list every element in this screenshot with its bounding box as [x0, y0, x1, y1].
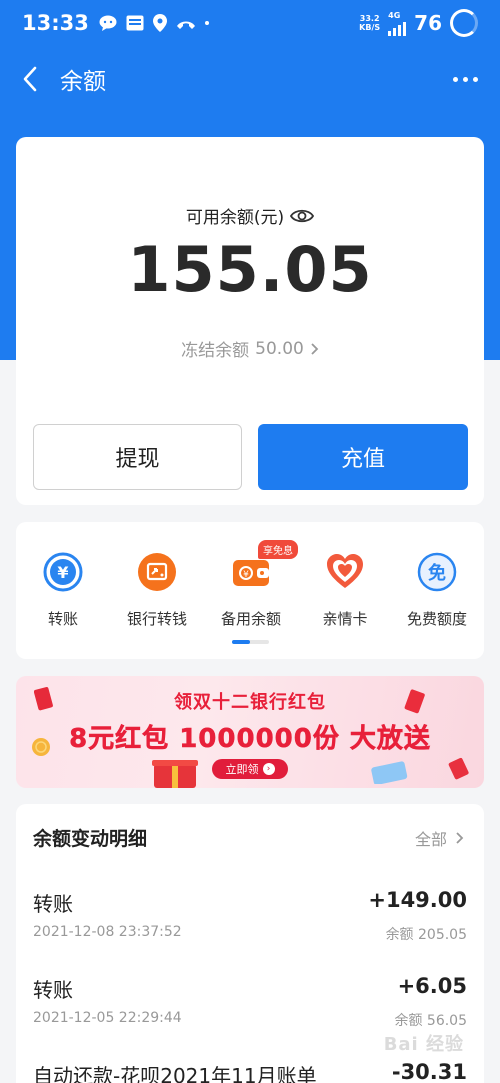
location-pin-icon: [152, 14, 167, 32]
transaction-row[interactable]: 自动还款-花呗2021年11月账单 -30.31: [33, 1060, 467, 1083]
services-card: ¥ 转账 银行转钱 ¥ 享免息 备用余额 亲情卡 免 免费额度: [16, 522, 484, 659]
promo-main-text: 8元红包 1000000份 大放送: [69, 724, 431, 755]
top-up-button[interactable]: 充值: [258, 424, 468, 490]
transaction-amount: -30.31: [391, 1060, 467, 1083]
service-family-card[interactable]: 亲情卡: [298, 550, 392, 629]
chevron-right-icon: [311, 342, 319, 355]
bank-card-icon: [371, 761, 408, 784]
promo-banner[interactable]: 领双十二银行红包 8元红包 1000000份 大放送 立即领 ›: [16, 676, 484, 788]
more-options-icon[interactable]: [450, 64, 480, 94]
interest-free-badge: 享免息: [258, 540, 298, 559]
notification-icons: [99, 14, 209, 32]
service-free-quota[interactable]: 免 免费额度: [390, 550, 484, 629]
family-card-icon: [323, 550, 367, 594]
status-time: 13:33: [22, 11, 89, 35]
transaction-time: 2021-12-08 23:37:52: [33, 924, 182, 940]
service-label: 免费额度: [406, 610, 467, 628]
service-label: 备用余额: [220, 610, 281, 628]
network-type: 4G: [388, 10, 401, 20]
service-backup-balance[interactable]: ¥ 享免息 备用余额: [204, 540, 298, 629]
service-label: 银行转钱: [126, 610, 187, 628]
news-app-icon: [126, 15, 144, 31]
eye-icon[interactable]: [290, 208, 315, 224]
nav-bar: 余额: [0, 50, 500, 108]
withdraw-button[interactable]: 提现: [33, 424, 242, 490]
transaction-amount: +6.05: [397, 974, 467, 998]
network-indicator: 4G: [388, 10, 407, 36]
frozen-balance-link[interactable]: 冻结余额 50.00: [16, 336, 484, 361]
arrow-right-icon: ›: [262, 763, 275, 775]
chat-bubble-icon: [99, 15, 117, 31]
free-quota-icon: 免: [415, 550, 459, 594]
service-bank-transfer[interactable]: 银行转钱: [110, 550, 204, 629]
transaction-row[interactable]: 转账 +6.05 2021-12-05 22:29:44 余额 56.05: [33, 974, 467, 1034]
service-label: 亲情卡: [322, 610, 368, 628]
svg-text:¥: ¥: [243, 570, 249, 580]
more-notifications-dot-icon: [204, 21, 209, 25]
frozen-balance-label: 冻结余额: [181, 341, 250, 361]
view-all-label: 全部: [414, 830, 447, 849]
transactions-title: 余额变动明细: [33, 828, 148, 850]
chevron-right-icon: [456, 832, 464, 844]
promo-claim-label: 立即领: [225, 763, 259, 776]
bank-transfer-icon: [135, 550, 179, 594]
available-balance-amount: 155.05: [127, 233, 373, 306]
transaction-title: 自动还款-花呗2021年11月账单: [33, 1064, 317, 1083]
promo-headline: 领双十二银行红包: [174, 692, 326, 713]
status-right: 33.2 KB/S 4G 76: [359, 9, 478, 37]
available-balance-label: 可用余额(元): [185, 208, 285, 228]
balance-label-row: 可用余额(元): [16, 203, 484, 228]
balance-card: 可用余额(元) 155.05 冻结余额 50.00 提现 充值: [16, 137, 484, 505]
transaction-balance: 余额 205.05: [385, 927, 467, 943]
red-envelope-icon: [448, 757, 469, 780]
transaction-title: 转账: [33, 892, 73, 916]
svg-text:免: 免: [428, 562, 446, 584]
battery-ring-icon: [450, 9, 478, 37]
transaction-time: 2021-12-05 22:29:44: [33, 1010, 182, 1026]
net-speed: 33.2 KB/S: [359, 14, 380, 32]
page: 13:33 33.2 KB/S 4G 76 余额 可用余额(元) 155.05 …: [0, 0, 500, 1083]
service-label: 转账: [47, 610, 78, 628]
service-transfer[interactable]: ¥ 转账: [16, 550, 110, 629]
transaction-amount: +149.00: [368, 888, 467, 912]
missed-call-icon: [176, 21, 195, 29]
page-title: 余额: [60, 69, 106, 95]
back-icon[interactable]: [0, 50, 60, 108]
page-indicator: [232, 640, 269, 644]
transaction-balance: 余额 56.05: [394, 1013, 467, 1029]
watermark: Bai 经验: [383, 1034, 464, 1055]
page-indicator-active: [232, 640, 250, 644]
transaction-title: 转账: [33, 978, 73, 1002]
net-speed-value: 33.2: [359, 14, 380, 23]
transaction-row[interactable]: 转账 +149.00 2021-12-08 23:37:52 余额 205.05: [33, 888, 467, 948]
net-speed-unit: KB/S: [359, 23, 381, 32]
transfer-icon: ¥: [41, 550, 85, 594]
frozen-balance-amount: 50.00: [255, 338, 304, 359]
gift-box-icon: [152, 760, 198, 788]
battery-level: 76: [414, 11, 442, 35]
promo-claim-button[interactable]: 立即领 ›: [212, 759, 288, 779]
signal-bars-icon: [388, 20, 407, 36]
status-bar: 13:33 33.2 KB/S 4G 76: [0, 0, 500, 46]
view-all-link[interactable]: 全部: [415, 826, 464, 850]
svg-text:¥: ¥: [57, 563, 68, 582]
